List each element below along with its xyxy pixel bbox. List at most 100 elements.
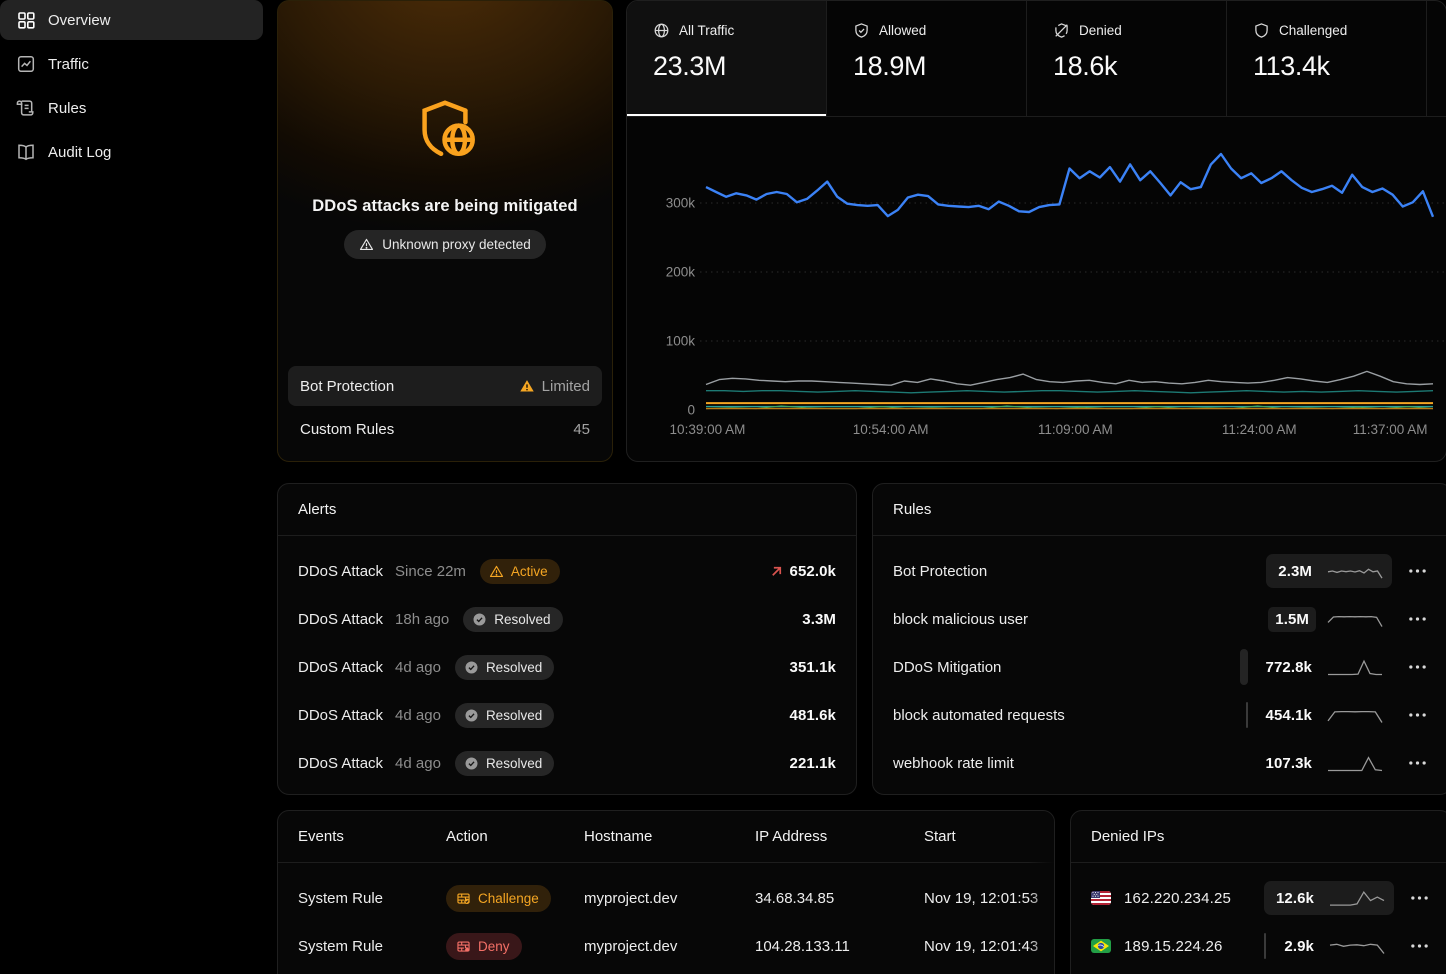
traffic-card: All Traffic23.3MAllowed18.9MDenied18.6kC… xyxy=(626,0,1446,462)
rule-menu-button[interactable] xyxy=(1400,754,1435,772)
rule-value-group: 1.5M xyxy=(1260,602,1392,637)
denied-ip-row[interactable]: 189.15.224.262.9k xyxy=(1071,922,1446,970)
scrollbar-thumb[interactable] xyxy=(1264,933,1266,959)
summary-value-group: Limited xyxy=(519,378,590,395)
mitigation-hero: DDoS attacks are being mitigated Unknown… xyxy=(278,1,612,259)
alert-status-badge: Active xyxy=(480,559,560,584)
alert-value: 221.1k xyxy=(790,755,836,772)
alert-time: 18h ago xyxy=(395,611,449,628)
traffic-tabs: All Traffic23.3MAllowed18.9MDenied18.6kC… xyxy=(627,1,1446,117)
event-row[interactable]: System RuleChallengemyproject.dev34.68.3… xyxy=(278,874,1054,922)
alerts-title: Alerts xyxy=(278,484,856,536)
grid-icon xyxy=(16,10,36,30)
summary-value-group: 45 xyxy=(573,421,590,438)
rule-value-group: 454.1k xyxy=(1254,698,1392,732)
rule-menu-button[interactable] xyxy=(1400,706,1435,724)
x-axis-tick: 10:39:00 AM xyxy=(670,422,746,437)
rule-value-group: 107.3k xyxy=(1254,746,1392,780)
check-circle-icon xyxy=(464,660,479,675)
warning-filled-icon xyxy=(519,378,535,394)
sidebar-item-label: Rules xyxy=(48,100,86,117)
event-start: Nov 19, 12:01:53 xyxy=(924,890,1038,907)
rule-menu-button[interactable] xyxy=(1400,562,1435,580)
shield-globe-icon xyxy=(410,95,480,165)
y-axis-tick: 0 xyxy=(687,403,695,418)
alert-row[interactable]: DDoS Attack4d agoResolved481.6k xyxy=(278,691,856,739)
rule-value: 2.3M xyxy=(1274,561,1316,582)
alert-row[interactable]: DDoS Attack4d agoResolved351.1k xyxy=(278,643,856,691)
alerts-panel: Alerts DDoS AttackSince 22mActive652.0kD… xyxy=(277,483,857,795)
tab-allowed[interactable]: Allowed18.9M xyxy=(827,1,1027,116)
rule-row[interactable]: block malicious user1.5M xyxy=(873,595,1446,643)
sidebar-item-label: Audit Log xyxy=(48,144,111,161)
alert-status-label: Resolved xyxy=(494,612,550,627)
traffic-chart-svg: 300k200k100k010:39:00 AM10:54:00 AM11:09… xyxy=(627,118,1446,462)
summary-row-custom-rules[interactable]: Custom Rules45 xyxy=(288,409,602,449)
event-row[interactable]: System RuleDenymyproject.dev104.28.133.1… xyxy=(278,922,1054,970)
denied-ip-menu-button[interactable] xyxy=(1402,937,1437,955)
sidebar-item-traffic[interactable]: Traffic xyxy=(0,44,263,84)
us-flag-icon xyxy=(1091,891,1111,905)
sidebar-item-audit-log[interactable]: Audit Log xyxy=(0,132,263,172)
alert-status-badge: Resolved xyxy=(455,703,554,728)
denied-ip-value-group: 2.9k xyxy=(1272,929,1394,963)
event-hostname: myproject.dev xyxy=(584,938,755,955)
firewall-check-icon xyxy=(456,891,471,906)
unknown-proxy-badge: Unknown proxy detected xyxy=(344,230,546,259)
check-circle-icon xyxy=(472,612,487,627)
summary-row-bot-protection[interactable]: Bot ProtectionLimited xyxy=(288,366,602,406)
rule-row[interactable]: Bot Protection2.3M xyxy=(873,547,1446,595)
alerts-rows: DDoS AttackSince 22mActive652.0kDDoS Att… xyxy=(278,536,856,787)
alert-name: DDoS Attack xyxy=(298,563,383,580)
denied-ip-address: 162.220.234.25 xyxy=(1124,890,1264,907)
denied-ip-value: 2.9k xyxy=(1280,936,1318,957)
rule-row[interactable]: block automated requests454.1k xyxy=(873,691,1446,739)
denied-ip-menu-button[interactable] xyxy=(1402,889,1437,907)
rule-value: 107.3k xyxy=(1262,753,1316,774)
sidebar: Overview Traffic Rules Audit Log xyxy=(0,0,277,974)
alert-status-label: Resolved xyxy=(486,756,542,771)
event-action-label: Deny xyxy=(478,939,510,954)
mitigation-card: DDoS attacks are being mitigated Unknown… xyxy=(277,0,613,462)
alert-row[interactable]: DDoS Attack18h agoResolved3.3M xyxy=(278,595,856,643)
alert-name: DDoS Attack xyxy=(298,707,383,724)
scrollbar-thumb[interactable] xyxy=(1240,649,1248,685)
sidebar-item-overview[interactable]: Overview xyxy=(0,0,263,40)
x-axis-tick: 10:54:00 AM xyxy=(853,422,929,437)
summary-value: Limited xyxy=(542,378,590,395)
rule-menu-button[interactable] xyxy=(1400,610,1435,628)
alert-row[interactable]: DDoS Attack4d agoResolved221.1k xyxy=(278,739,856,787)
tab-challenged[interactable]: Challenged113.4k xyxy=(1227,1,1427,116)
rule-row[interactable]: webhook rate limit107.3k xyxy=(873,739,1446,787)
y-axis-tick: 300k xyxy=(666,196,696,211)
series-teal xyxy=(706,391,1433,393)
arrow-up-right-icon xyxy=(769,564,784,579)
tab-label: All Traffic xyxy=(679,23,734,38)
sidebar-item-label: Traffic xyxy=(48,56,89,73)
denied-ip-row[interactable]: 162.220.234.25 12.6k xyxy=(1071,874,1446,922)
events-column-header: Action xyxy=(446,828,584,845)
tab-label-group: Challenged xyxy=(1253,22,1426,39)
tab-label-group: All Traffic xyxy=(653,22,826,39)
tab-denied[interactable]: Denied18.6k xyxy=(1027,1,1227,116)
sidebar-item-rules[interactable]: Rules xyxy=(0,88,263,128)
rule-value: 454.1k xyxy=(1262,705,1316,726)
alert-row[interactable]: DDoS AttackSince 22mActive652.0k xyxy=(278,547,856,595)
series-gray xyxy=(706,371,1433,385)
scrollbar-thumb[interactable] xyxy=(1246,702,1248,728)
denied-ip-value: 12.6k xyxy=(1272,888,1318,909)
rule-row[interactable]: DDoS Mitigation772.8k xyxy=(873,643,1446,691)
tab-value: 23.3M xyxy=(653,51,826,82)
sparkline xyxy=(1326,655,1384,679)
alert-status-label: Resolved xyxy=(486,660,542,675)
event-start: Nov 19, 12:01:43 xyxy=(924,938,1038,955)
rule-value: 1.5M xyxy=(1268,607,1316,632)
tab-all-traffic[interactable]: All Traffic 23.3M xyxy=(627,1,827,116)
traffic-chart[interactable]: 300k200k100k010:39:00 AM10:54:00 AM11:09… xyxy=(627,118,1446,461)
scroll-icon xyxy=(16,98,36,118)
rule-menu-button[interactable] xyxy=(1400,658,1435,676)
alert-name: DDoS Attack xyxy=(298,755,383,772)
event-hostname: myproject.dev xyxy=(584,890,755,907)
book-icon xyxy=(16,142,36,162)
event-action-badge: Challenge xyxy=(446,885,551,912)
